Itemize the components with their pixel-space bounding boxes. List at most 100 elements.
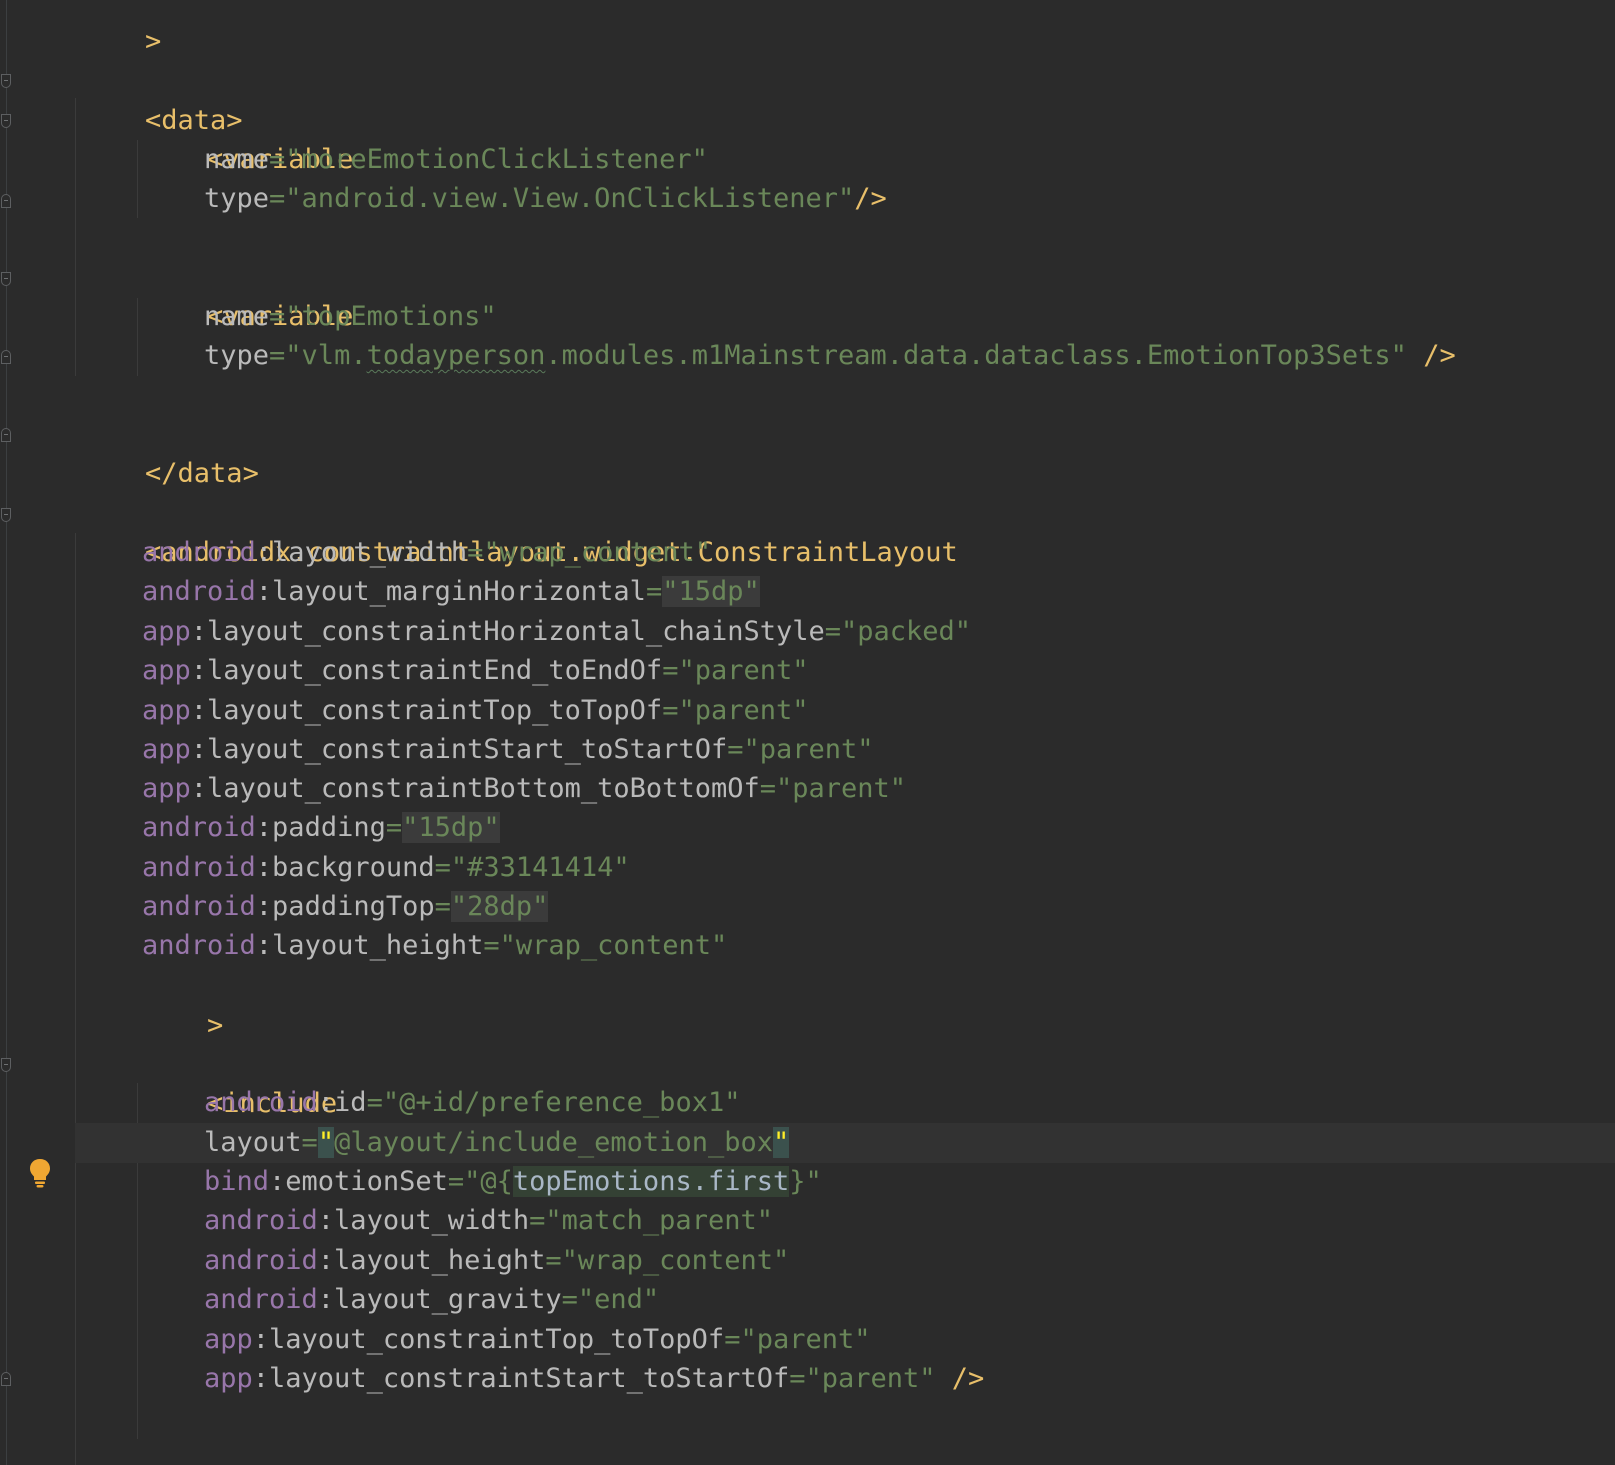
code-line[interactable]: <data>	[80, 61, 243, 136]
attribute-name: :background	[255, 852, 435, 883]
attribute-name: :layout_marginHorizontal	[255, 576, 646, 607]
fold-icon[interactable]	[1, 194, 11, 208]
spelling-warning[interactable]: todayperson	[367, 340, 546, 371]
fold-icon[interactable]	[1, 1372, 11, 1386]
attribute-value: "wrap_content"	[483, 537, 711, 568]
attribute-name: :layout_gravity	[317, 1284, 562, 1315]
code-line[interactable]: bind:emotionSet="@{topEmotions.first}"	[204, 1162, 822, 1202]
folded-value[interactable]: "15dp"	[662, 576, 760, 607]
equals-sign: =	[447, 1166, 465, 1197]
attribute-name: :layout_constraintEnd_toEndOf	[190, 655, 663, 686]
fold-icon[interactable]	[1, 508, 11, 522]
attribute-value: "parent"	[678, 655, 809, 686]
attribute-value: "vlm.	[285, 340, 367, 371]
namespace: bind	[204, 1166, 270, 1197]
namespace: android	[142, 812, 256, 843]
namespace: app	[142, 734, 191, 765]
code-line[interactable]: app:layout_constraintHorizontal_chainSty…	[142, 612, 971, 652]
code-line[interactable]: app:layout_constraintTop_toTopOf="parent…	[204, 1320, 871, 1360]
code-line[interactable]: app:layout_constraintStart_toStartOf="pa…	[142, 730, 874, 770]
fold-icon[interactable]	[1, 272, 11, 286]
fold-icon[interactable]	[1, 74, 11, 88]
indent-guide	[75, 533, 76, 1465]
attribute-name: :layout_width	[255, 537, 468, 568]
namespace: android	[204, 1245, 318, 1276]
code-line[interactable]: >	[80, 0, 161, 57]
equals-sign: =	[467, 537, 484, 568]
fold-icon[interactable]	[1, 114, 11, 128]
equals-sign: =	[789, 1363, 806, 1394]
code-line[interactable]: type="android.view.View.OnClickListener"…	[204, 179, 887, 219]
code-line[interactable]: android:padding="15dp"	[142, 808, 500, 848]
attribute-value: "moreEmotionClickListener"	[285, 144, 708, 175]
attribute-value: "parent"	[740, 1324, 871, 1355]
attribute-name: :padding	[255, 812, 386, 843]
equals-sign: =	[727, 734, 744, 765]
matched-quote: "	[772, 1127, 790, 1158]
code-line[interactable]: app:layout_constraintStart_toStartOf="pa…	[204, 1359, 984, 1399]
equals-sign: =	[724, 1324, 741, 1355]
code-line[interactable]: name="moreEmotionClickListener"	[204, 140, 708, 180]
equals-sign: =	[824, 616, 842, 647]
attribute-name: :layout_constraintTop_toTopOf	[190, 695, 663, 726]
equals-sign: =	[662, 695, 679, 726]
namespace: android	[142, 537, 256, 568]
code-line[interactable]: app:layout_constraintEnd_toEndOf="parent…	[142, 651, 809, 691]
code-line[interactable]: android:layout_gravity="end"	[204, 1280, 659, 1320]
fold-icon[interactable]	[1, 1058, 11, 1072]
attribute-name: name	[204, 144, 270, 175]
equals-sign: =	[366, 1087, 383, 1118]
attribute-value: "parent"	[743, 734, 874, 765]
code-line[interactable]: android:layout_height="wrap_content"	[142, 926, 727, 966]
namespace: android	[142, 576, 256, 607]
attribute-name: :layout_height	[255, 930, 484, 961]
code-line[interactable]: android:layout_width="wrap_content"	[142, 533, 711, 573]
indent-guide	[137, 298, 138, 376]
lightbulb-icon[interactable]	[29, 1158, 51, 1188]
attribute-value: "parent"	[678, 695, 809, 726]
attribute-value: "parent"	[776, 773, 907, 804]
equals-sign: =	[385, 812, 403, 843]
code-line[interactable]: type="vlm.todayperson.modules.m1Mainstre…	[204, 336, 1456, 376]
namespace: app	[142, 695, 191, 726]
attribute-name: :layout_constraintStart_toStartOf	[252, 1363, 790, 1394]
code-line[interactable]: >	[142, 966, 223, 1041]
code-line[interactable]: name="topEmotions"	[204, 297, 497, 337]
indent-guide	[137, 140, 138, 218]
code-line[interactable]: <variable	[142, 257, 353, 332]
code-editor[interactable]: > <data> <variable name="moreEmotionClic…	[0, 0, 1615, 1465]
attribute-name: :layout_constraintBottom_toBottomOf	[190, 773, 760, 804]
folded-value[interactable]: "15dp"	[402, 812, 500, 843]
namespace: app	[142, 655, 191, 686]
code-line[interactable]: android:layout_height="wrap_content"	[204, 1241, 789, 1281]
attribute-name: :layout_constraintStart_toStartOf	[190, 734, 728, 765]
code-line[interactable]: android:layout_marginHorizontal="15dp"	[142, 572, 760, 612]
indent-guide	[75, 98, 76, 376]
code-line[interactable]: android:id="@+id/preference_box1"	[204, 1083, 740, 1123]
attribute-value: "@+id/preference_box1"	[382, 1087, 741, 1118]
namespace: app	[204, 1363, 253, 1394]
fold-icon[interactable]	[1, 350, 11, 364]
folded-value[interactable]: "28dp"	[450, 891, 549, 922]
attribute-name: :paddingTop	[255, 891, 435, 922]
code-line[interactable]: </data>	[80, 414, 259, 489]
attribute-value: "wrap_content"	[499, 930, 728, 961]
attribute-value: }"	[789, 1166, 822, 1197]
code-line[interactable]: app:layout_constraintTop_toTopOf="parent…	[142, 691, 809, 731]
code-line[interactable]: <variable	[142, 100, 353, 175]
attribute-name: :layout_constraintTop_toTopOf	[252, 1324, 725, 1355]
binding-expression[interactable]: topEmotions.first	[512, 1166, 790, 1197]
code-line[interactable]: android:layout_width="match_parent"	[204, 1201, 773, 1241]
tag-close: />	[854, 183, 887, 214]
code-line[interactable]: android:background="#33141414"	[142, 848, 630, 888]
fold-icon[interactable]	[1, 428, 11, 442]
code-line[interactable]: app:layout_constraintBottom_toBottomOf="…	[142, 769, 906, 809]
attribute-name: name	[204, 301, 270, 332]
code-line[interactable]: <androidx.constraintlayout.widget.Constr…	[80, 493, 958, 568]
code-line[interactable]: android:paddingTop="28dp"	[142, 887, 549, 927]
attribute-value: "topEmotions"	[285, 301, 497, 332]
attribute-value: "end"	[577, 1284, 660, 1315]
code-line[interactable]: <include	[142, 1044, 337, 1119]
namespace: android	[204, 1284, 318, 1315]
current-line[interactable]: layout="@layout/include_emotion_box"	[75, 1123, 1615, 1163]
